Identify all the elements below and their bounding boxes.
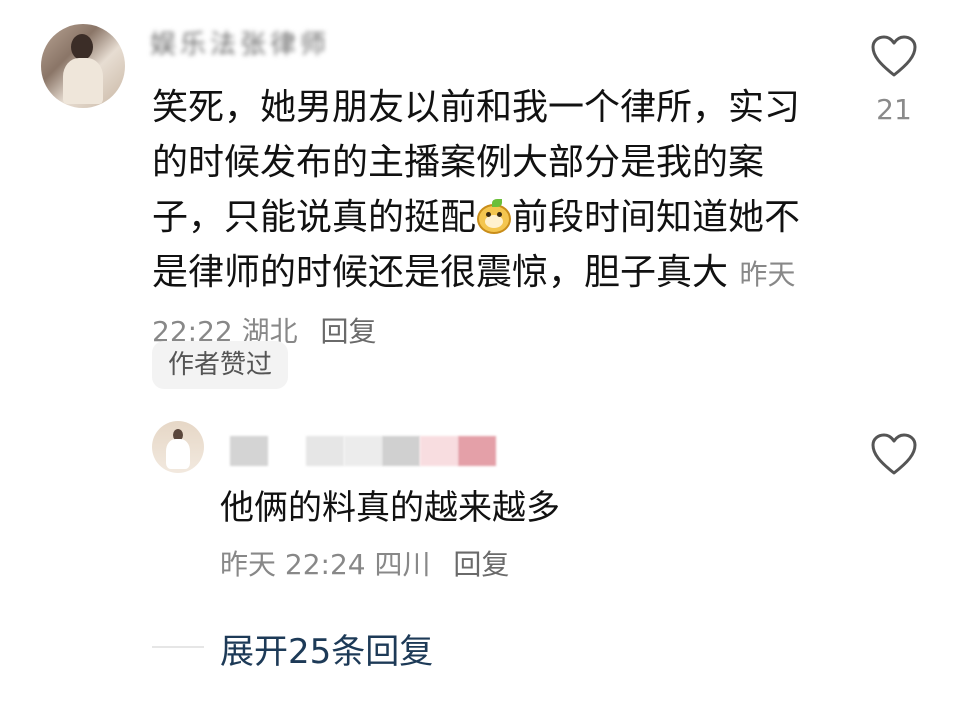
heart-icon <box>871 433 917 475</box>
reply-button[interactable]: 回复 <box>321 315 377 348</box>
reply-like-button[interactable] <box>870 432 918 480</box>
like-button[interactable] <box>870 34 918 82</box>
reply-comment-meta: 昨天 22:24 四川 回复 <box>220 543 509 583</box>
reply-to-reply-button[interactable]: 回复 <box>453 548 509 581</box>
heart-icon <box>871 35 917 77</box>
author-liked-badge: 作者赞过 <box>152 341 289 389</box>
expand-replies-button[interactable]: 展开25条回复 <box>220 624 433 673</box>
reply-location: 四川 <box>374 548 431 581</box>
reply-comment-text: 他俩的料真的越来越多 <box>220 488 560 528</box>
expand-divider <box>152 646 204 648</box>
funny-face-emoji-icon <box>476 199 512 235</box>
commenter-username[interactable]: 娱乐法张律师 <box>150 24 330 61</box>
comment-body: 笑死，她男朋友以前和我一个律所，实习的时候发布的主播案例大部分是我的案子，只能说… <box>152 80 802 359</box>
like-count: 21 <box>876 93 912 126</box>
reply-time: 昨天 22:24 <box>220 548 366 581</box>
commenter-avatar[interactable] <box>41 24 125 108</box>
reply-commenter-avatar[interactable] <box>152 421 204 473</box>
